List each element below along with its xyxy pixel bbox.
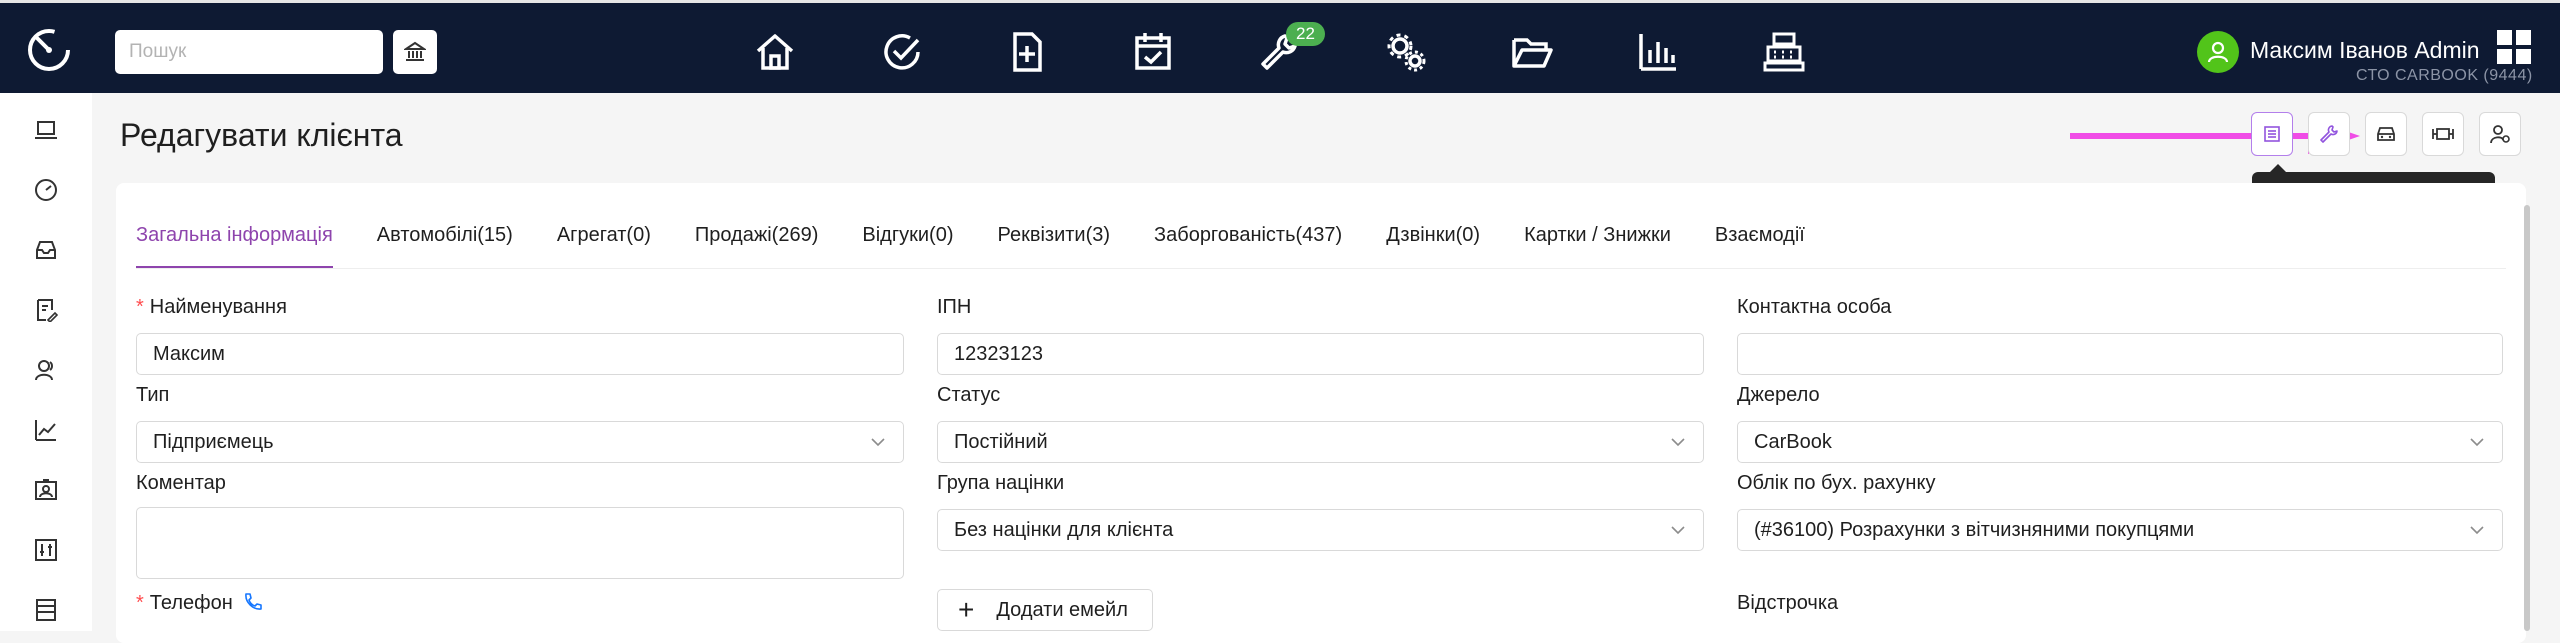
tab-requisites[interactable]: Реквізити(3)	[998, 224, 1111, 268]
add-email-button[interactable]: + Додати емейл	[937, 589, 1153, 631]
name-label: * Найменування	[136, 296, 287, 318]
document-edit-icon[interactable]	[32, 296, 60, 324]
new-document-icon[interactable]	[1004, 29, 1050, 75]
account-select[interactable]: (#36100) Розрахунки з вітчизняними покуп…	[1737, 509, 2503, 551]
repair-button[interactable]	[2308, 112, 2350, 156]
dashboard-icon[interactable]	[32, 176, 60, 204]
tab-cards-discounts[interactable]: Картки / Знижки	[1524, 224, 1671, 268]
chevron-down-icon	[871, 438, 885, 447]
status-label: Статус	[937, 384, 1001, 406]
tab-sales[interactable]: Продажі(269)	[695, 224, 819, 268]
wrench-icon	[2320, 125, 2338, 143]
comment-label: Коментар	[136, 472, 226, 494]
home-icon[interactable]	[752, 29, 798, 75]
phone-icon[interactable]	[242, 592, 263, 612]
name-input[interactable]: Максим	[136, 333, 904, 375]
check-circle-icon[interactable]	[879, 29, 925, 75]
create-rtl-button[interactable]	[2251, 112, 2293, 156]
deferral-label: Відстрочка	[1737, 592, 1839, 614]
line-chart-icon[interactable]	[32, 416, 60, 444]
tabs: Загальна інформація Автомобілі(15) Агрег…	[136, 224, 1849, 269]
plus-icon: +	[958, 594, 975, 625]
cash-register-icon[interactable]	[1761, 29, 1807, 75]
bar-chart-icon[interactable]	[1635, 29, 1681, 75]
sliders-icon[interactable]	[32, 536, 60, 564]
laptop-icon[interactable]	[32, 116, 60, 144]
list-icon	[2264, 126, 2280, 142]
apps-grid-icon[interactable]	[2496, 29, 2532, 65]
top-bar: 22 Максим Іванов Admin СТО CARBOOK (9444…	[0, 0, 2560, 93]
scrollbar[interactable]	[2524, 205, 2530, 631]
bank-button[interactable]	[393, 30, 437, 74]
tab-calls[interactable]: Дзвінки(0)	[1386, 224, 1480, 268]
user-name[interactable]: Максим Іванов Admin	[2250, 37, 2480, 64]
tab-general-info[interactable]: Загальна інформація	[136, 224, 333, 268]
source-label: Джерело	[1737, 384, 1820, 406]
search-box[interactable]	[115, 30, 383, 74]
page-title: Редагувати клієнта	[120, 117, 403, 153]
user-settings-button[interactable]	[2479, 112, 2521, 156]
tabs-divider	[136, 268, 2506, 269]
chevron-down-icon	[1671, 438, 1685, 447]
inbox-icon[interactable]	[32, 236, 60, 264]
sidebar	[0, 93, 92, 631]
notification-badge: 22	[1286, 22, 1325, 46]
contact-person-label: Контактна особа	[1737, 296, 1892, 318]
vehicle-button[interactable]	[2365, 112, 2407, 156]
avatar[interactable]	[2197, 31, 2239, 73]
company-name: СТО CARBOOK (9444)	[2356, 67, 2533, 84]
status-select[interactable]: Постійний	[937, 421, 1704, 463]
tab-reviews[interactable]: Відгуки(0)	[862, 224, 953, 268]
chevron-down-icon	[2470, 526, 2484, 535]
tab-vehicles[interactable]: Автомобілі(15)	[377, 224, 513, 268]
account-label: Облік по бух. рахунку	[1737, 472, 1936, 494]
type-select[interactable]: Підприємець	[136, 421, 904, 463]
tab-debt[interactable]: Заборгованість(437)	[1154, 224, 1342, 268]
car-icon	[2377, 127, 2395, 141]
search-input[interactable]	[129, 41, 374, 63]
tab-aggregate[interactable]: Агрегат(0)	[557, 224, 651, 268]
markup-group-select[interactable]: Без націнки для клієнта	[937, 509, 1704, 551]
phone-label: * Телефон	[136, 592, 263, 615]
table-icon[interactable]	[32, 596, 60, 624]
source-select[interactable]: CarBook	[1737, 421, 2503, 463]
user-icon	[2207, 41, 2229, 63]
contact-person-input[interactable]	[1737, 333, 2503, 375]
inn-input[interactable]: 12323123	[937, 333, 1704, 375]
folder-icon[interactable]	[1509, 29, 1555, 75]
users-icon[interactable]	[32, 356, 60, 384]
aggregate-button[interactable]	[2422, 112, 2464, 156]
user-gear-icon	[2490, 125, 2510, 144]
logo-icon[interactable]	[24, 25, 74, 75]
aggregate-icon	[2432, 128, 2454, 140]
comment-textarea[interactable]	[136, 507, 904, 579]
calendar-check-icon[interactable]	[1130, 29, 1176, 75]
bank-icon	[404, 41, 426, 61]
gears-icon[interactable]	[1383, 29, 1429, 75]
inn-label: ІПН	[937, 296, 972, 318]
chevron-down-icon	[2470, 438, 2484, 447]
markup-group-label: Група націнки	[937, 472, 1065, 494]
chevron-down-icon	[1671, 526, 1685, 535]
contact-card-icon[interactable]	[32, 476, 60, 504]
type-label: Тип	[136, 384, 170, 406]
tab-interactions[interactable]: Взаємодії	[1715, 224, 1805, 268]
